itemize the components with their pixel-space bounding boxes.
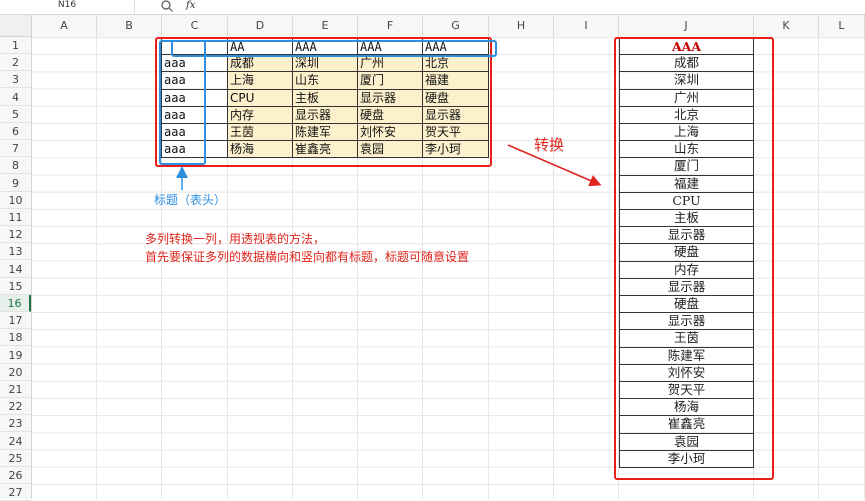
column-header-j[interactable]: J	[619, 15, 754, 37]
column-header-row: ABCDEFGHIJKL	[0, 15, 865, 38]
row-header-13[interactable]: 13	[0, 243, 31, 261]
instruction-line-1: 多列转换一列，用透视表的方法，	[145, 232, 326, 246]
row-header-20[interactable]: 20	[0, 364, 31, 381]
row-header-9[interactable]: 9	[0, 175, 31, 192]
column-header-e[interactable]: E	[293, 15, 358, 37]
row-header-19[interactable]: 19	[0, 347, 31, 364]
grid-vline	[818, 37, 819, 499]
row-header-15[interactable]: 15	[0, 278, 31, 295]
row-header-8[interactable]: 8	[0, 157, 31, 175]
row-header-1[interactable]: 1	[0, 37, 31, 54]
row-header-12[interactable]: 12	[0, 226, 31, 244]
column-header-i[interactable]: I	[554, 15, 619, 37]
row-header-17[interactable]: 17	[0, 312, 31, 330]
column-header-h[interactable]: H	[489, 15, 554, 37]
transform-label: 转换	[534, 136, 565, 154]
column-header-a[interactable]: A	[32, 15, 97, 37]
row-header-27[interactable]: 27	[0, 484, 31, 501]
column-header-k[interactable]: K	[754, 15, 819, 37]
row-header-7[interactable]: 7	[0, 140, 31, 158]
column-header-l[interactable]: L	[819, 15, 865, 37]
row-header-14[interactable]: 14	[0, 261, 31, 278]
row-header-18[interactable]: 18	[0, 329, 31, 347]
row-header-column: 1 2 3 4 5 6 7 8 9 10 11 12 13 14 15 16 17 18 19 20 21 22 23 24 2…	[0, 37, 32, 501]
select-all-corner[interactable]	[0, 15, 32, 37]
name-box[interactable]: N16	[0, 0, 135, 13]
row-header-26[interactable]: 26	[0, 467, 31, 484]
row-header-25[interactable]: 25	[0, 450, 31, 467]
row-header-21[interactable]: 21	[0, 381, 31, 398]
row-header-3[interactable]: 3	[0, 71, 31, 89]
grid-vline	[553, 37, 554, 499]
row-header-11[interactable]: 11	[0, 209, 31, 226]
row-header-24[interactable]: 24	[0, 433, 31, 450]
header-column-blue-box	[159, 40, 206, 165]
column-header-b[interactable]: B	[97, 15, 162, 37]
formula-bar: N16 fx	[0, 0, 865, 15]
fx-icon[interactable]: fx	[186, 0, 195, 12]
row-header-5[interactable]: 5	[0, 106, 31, 123]
column-header-c[interactable]: C	[162, 15, 228, 37]
column-header-g[interactable]: G	[423, 15, 489, 37]
output-column-red-box	[614, 37, 774, 480]
title-note: 标题（表头）	[154, 193, 227, 207]
row-header-4[interactable]: 4	[0, 89, 31, 106]
column-header-d[interactable]: D	[228, 15, 293, 37]
row-header-10[interactable]: 10	[0, 192, 31, 209]
instruction-line-2: 首先要保证多列的数据横向和竖向都有标题，标题可随意设置	[145, 250, 470, 264]
header-row-blue-box	[171, 40, 497, 57]
row-header-2[interactable]: 2	[0, 54, 31, 72]
row-header-16[interactable]: 16	[0, 295, 31, 312]
row-header-23[interactable]: 23	[0, 415, 31, 433]
formula-input[interactable]	[210, 0, 860, 13]
row-header-22[interactable]: 22	[0, 398, 31, 416]
zoom-icon[interactable]	[160, 0, 174, 12]
row-header-6[interactable]: 6	[0, 123, 31, 140]
grid-vline	[96, 37, 97, 499]
column-header-f[interactable]: F	[358, 15, 423, 37]
